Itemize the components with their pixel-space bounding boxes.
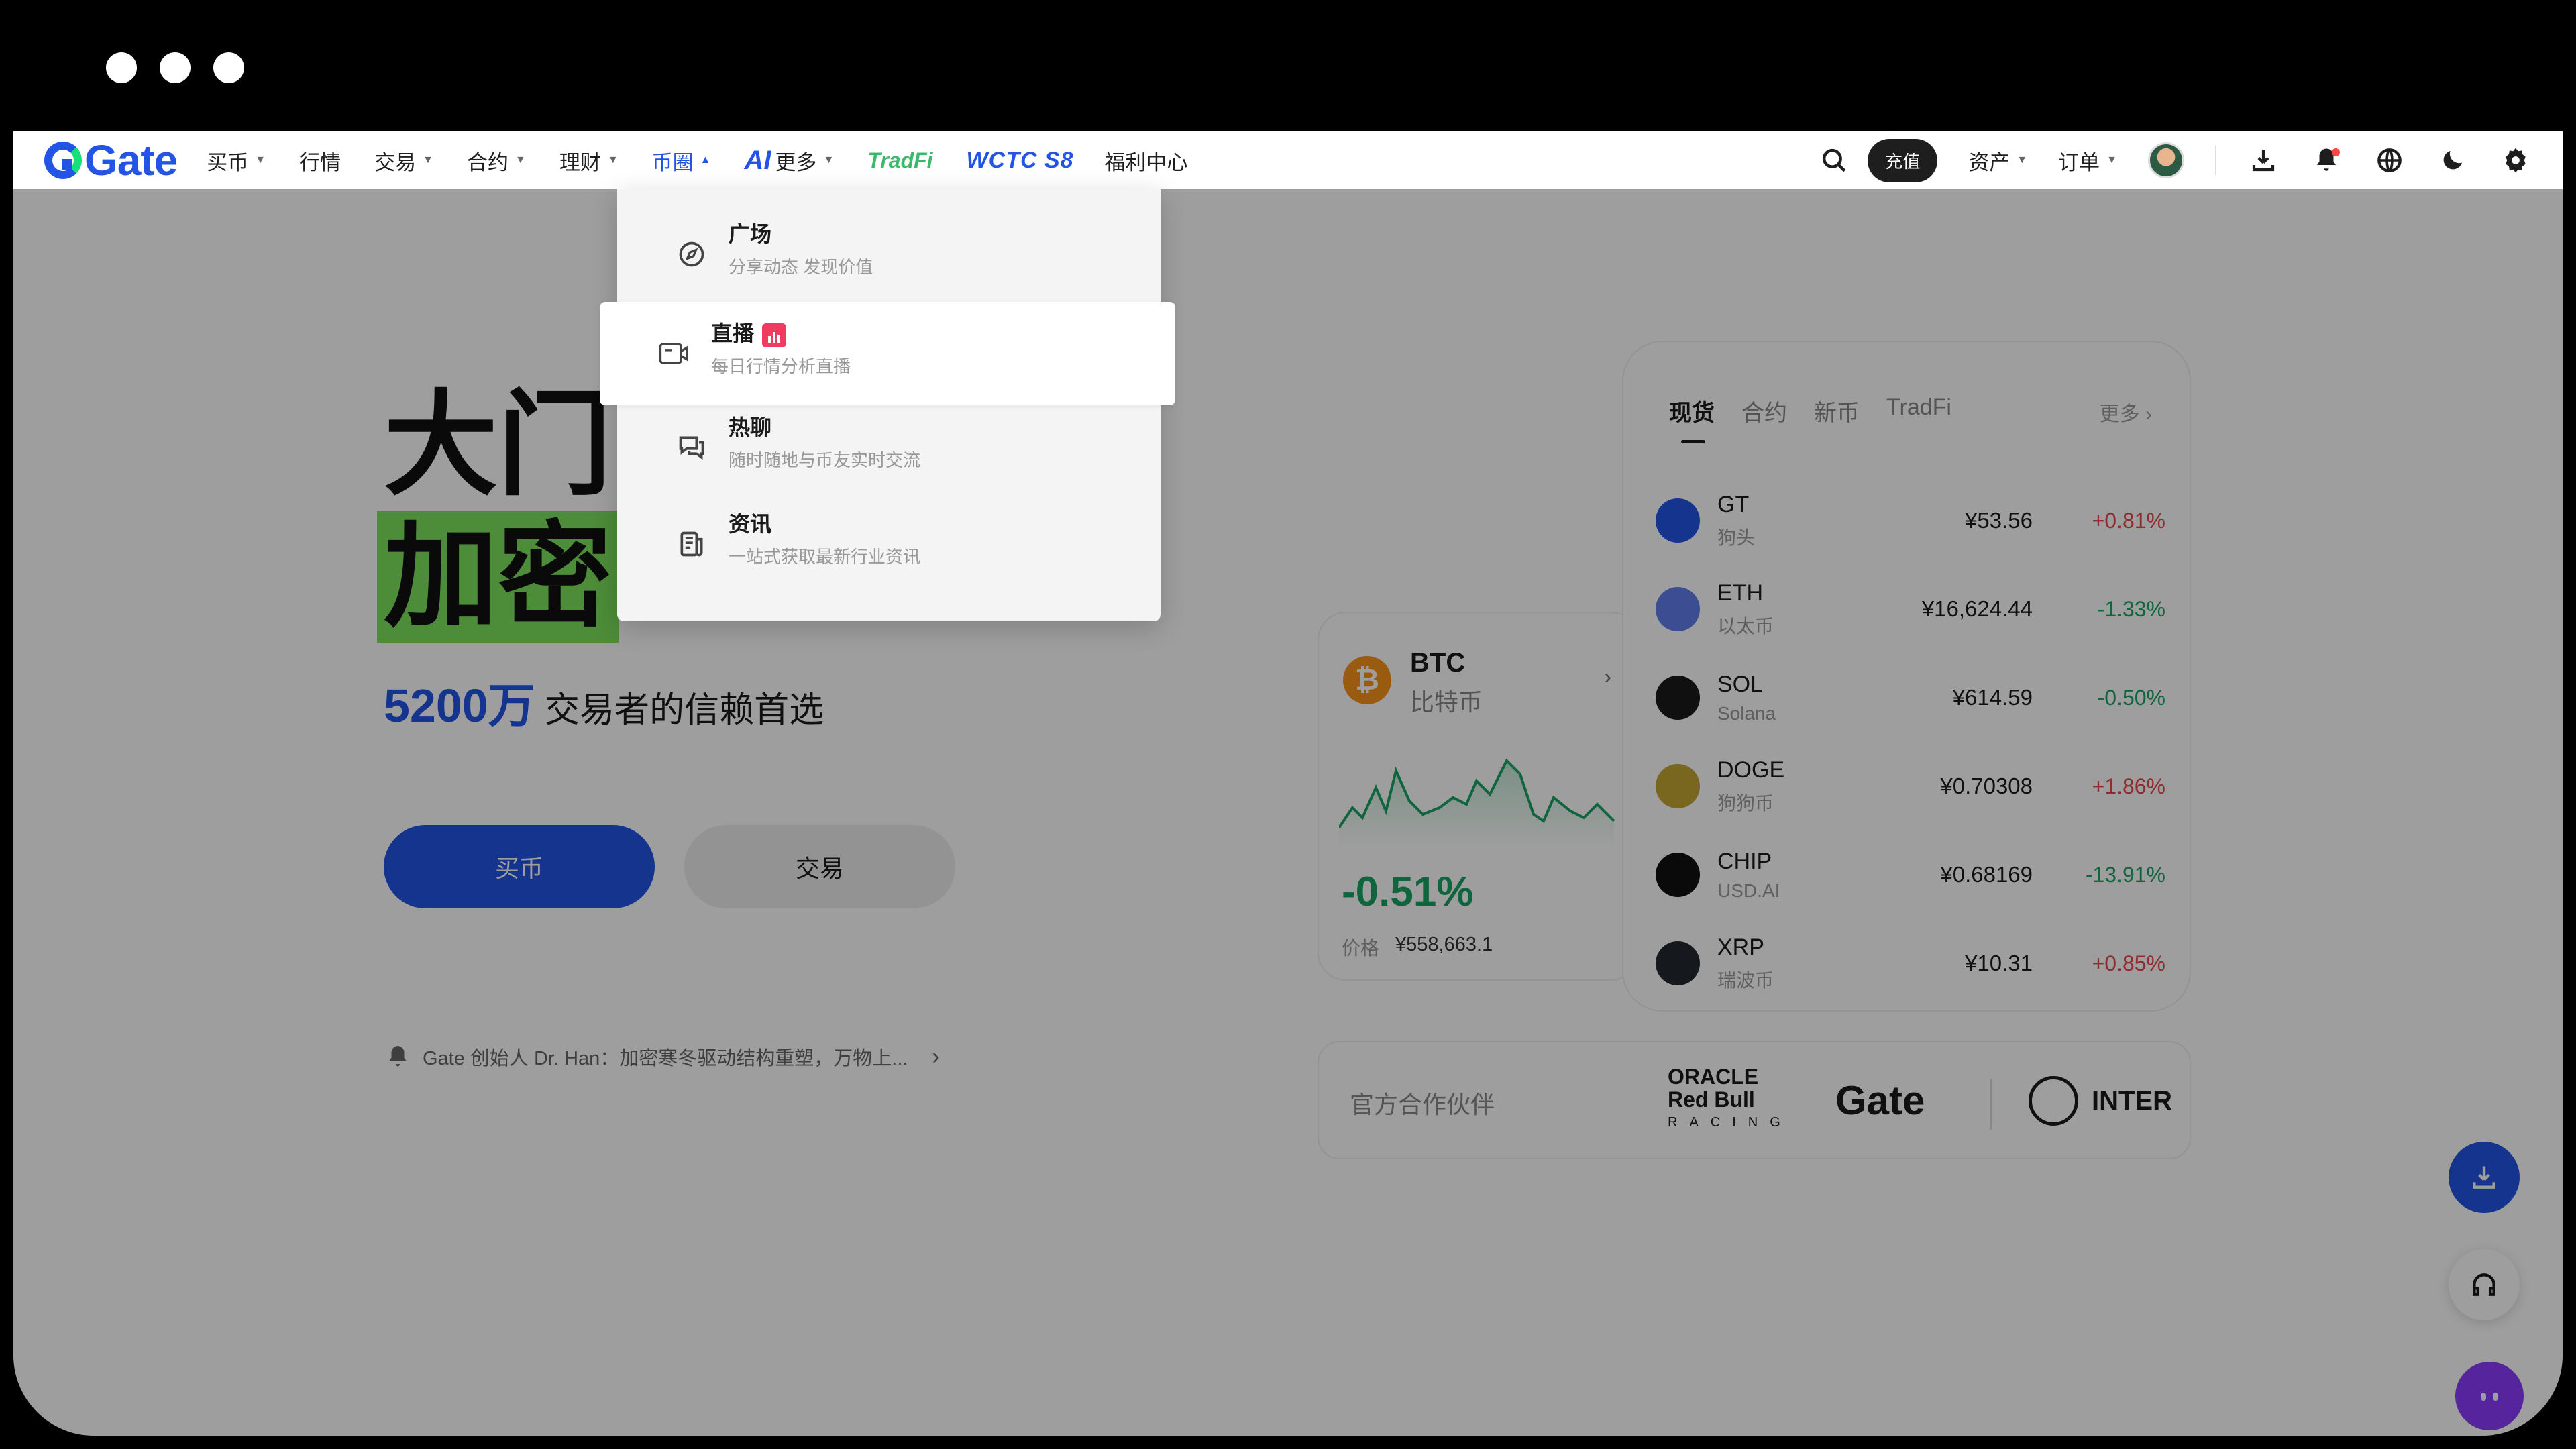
nav-buy-crypto[interactable]: 买币 ▼ (207, 146, 266, 176)
search-icon[interactable] (1818, 144, 1850, 176)
menu-item-news[interactable]: 资讯 一站式获取最新行业资讯 (617, 492, 1193, 596)
caret-down-icon: ▼ (2106, 154, 2117, 166)
window-dot-minimize[interactable] (160, 52, 191, 83)
window-controls (106, 52, 244, 83)
notification-dot (2332, 148, 2340, 156)
menu-item-hot-chat[interactable]: 热聊 随时随地与币友实时交流 (617, 396, 1193, 499)
settings-icon[interactable] (2500, 144, 2532, 176)
menu-item-live[interactable]: 直播 每日行情分析直播 (600, 302, 1175, 405)
globe-icon[interactable] (2373, 144, 2406, 176)
compass-icon (674, 236, 710, 272)
community-dropdown: 广场 分享动态 发现价值 直播 每日行情分析直播 热聊 随时随地与币友实时交流 (600, 189, 1175, 621)
nav-welfare-center[interactable]: 福利中心 (1105, 146, 1188, 176)
device-frame: 大门 加密 5200万 交易者的信赖首选 买币 交易 Gate 创始人 Dr. … (0, 0, 2576, 1449)
menu-item-desc: 每日行情分析直播 (711, 356, 851, 376)
nav-tradfi[interactable]: TradFi (867, 148, 932, 173)
live-video-icon (656, 335, 692, 372)
gate-logo[interactable]: Gate (44, 136, 178, 185)
nav-right-group: 充值 资产 ▼ 订单 ▼ (1818, 131, 2532, 189)
menu-item-square[interactable]: 广场 分享动态 发现价值 (617, 203, 1193, 306)
news-icon (674, 526, 710, 562)
menu-item-title: 直播 (711, 317, 787, 347)
nav-divider (2215, 146, 2216, 175)
chat-icon (674, 429, 710, 466)
caret-down-icon: ▼ (2017, 154, 2028, 166)
gate-logo-text: Gate (85, 136, 178, 184)
nav-community-label: 币圈 (651, 150, 694, 174)
menu-item-title: 广场 (729, 222, 772, 246)
caret-down-icon: ▼ (515, 154, 526, 166)
nav-trade[interactable]: 交易 ▼ (374, 146, 433, 176)
download-icon[interactable] (2247, 144, 2279, 176)
nav-markets[interactable]: 行情 (299, 146, 341, 176)
menu-item-title: 热聊 (729, 415, 772, 439)
ai-icon: AI (744, 145, 771, 175)
caret-down-icon: ▼ (423, 154, 433, 166)
nav-futures[interactable]: 合约 ▼ (467, 146, 526, 176)
menu-item-desc: 随时随地与币友实时交流 (729, 450, 921, 470)
menu-item-desc: 一站式获取最新行业资讯 (729, 547, 921, 567)
caret-down-icon: ▼ (255, 154, 266, 166)
menu-item-desc: 分享动态 发现价值 (729, 257, 873, 277)
menu-backdrop[interactable] (13, 189, 2563, 1436)
nav-earn[interactable]: 理财 ▼ (559, 146, 619, 176)
deposit-button[interactable]: 充值 (1868, 138, 1938, 182)
window-dot-close[interactable] (106, 52, 137, 83)
caret-up-icon: ▲ (700, 154, 711, 166)
nav-more-label: 更多 (775, 150, 817, 174)
browser-viewport: 大门 加密 5200万 交易者的信赖首选 买币 交易 Gate 创始人 Dr. … (13, 131, 2563, 1436)
nav-welfare-label: 福利中心 (1104, 150, 1188, 174)
top-nav: Gate 买币 ▼ 行情 交易 ▼ 合约 ▼ 理财 ▼ 币圈 ▲ AI 更多 ▼ TradFi… (13, 131, 2563, 189)
moon-icon[interactable] (2436, 144, 2469, 176)
nav-orders[interactable]: 订单 ▼ (2058, 146, 2117, 176)
nav-trade-label: 交易 (374, 150, 417, 174)
live-badge-icon (762, 323, 787, 347)
nav-buy-crypto-label: 买币 (207, 150, 249, 174)
gate-logo-mark (44, 142, 82, 179)
nav-wctc[interactable]: WCTC S8 (967, 148, 1074, 174)
nav-markets-label: 行情 (299, 150, 341, 174)
menu-item-title-text: 直播 (711, 321, 755, 345)
caret-down-icon: ▼ (823, 154, 835, 166)
menu-item-title: 资讯 (729, 512, 772, 536)
bell-icon[interactable] (2310, 144, 2343, 176)
nav-more[interactable]: AI 更多 ▼ (745, 146, 835, 176)
window-dot-zoom[interactable] (213, 52, 244, 83)
nav-orders-label: 订单 (2058, 150, 2100, 174)
user-avatar[interactable] (2148, 142, 2184, 178)
caret-down-icon: ▼ (607, 154, 619, 166)
nav-assets-label: 资产 (1968, 150, 2010, 174)
nav-assets[interactable]: 资产 ▼ (1968, 146, 2027, 176)
nav-earn-label: 理财 (559, 150, 601, 174)
nav-community[interactable]: 币圈 ▲ (652, 146, 711, 176)
nav-futures-label: 合约 (466, 150, 508, 174)
